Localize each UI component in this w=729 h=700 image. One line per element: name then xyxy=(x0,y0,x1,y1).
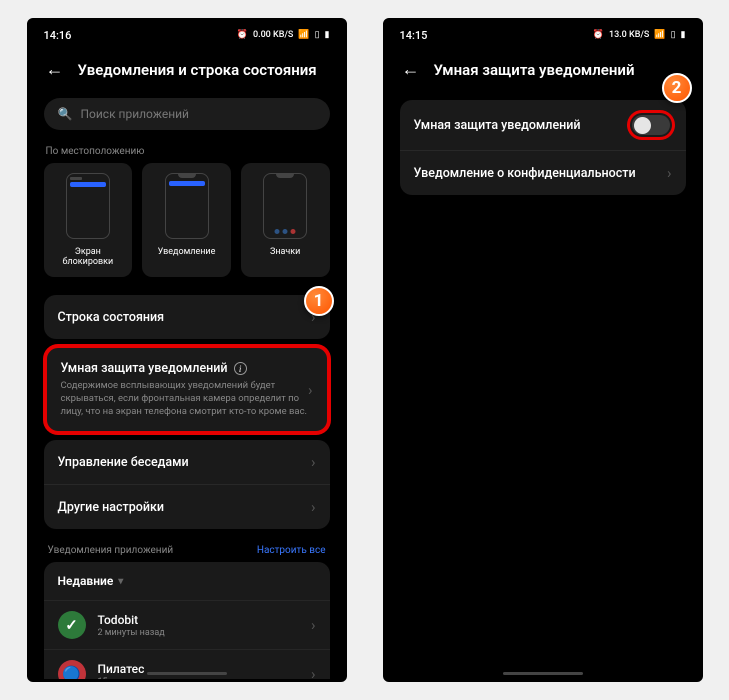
callout-badge-1: 1 xyxy=(304,286,334,316)
status-icons: ⏰ 13.0 KB/S 📶 ▯ ▮ xyxy=(593,30,686,40)
back-icon[interactable]: ← xyxy=(46,59,64,80)
tile-lockscreen[interactable]: Экран блокировки xyxy=(44,163,133,277)
app-time: 15 минут назад xyxy=(98,677,299,682)
row-description: Содержимое всплывающих уведомлений будет… xyxy=(61,380,308,418)
app-time: 2 минуты назад xyxy=(98,628,299,638)
section-label-location: По местоположению xyxy=(30,144,344,163)
search-input[interactable]: 🔍 Поиск приложений xyxy=(44,98,330,130)
settings-group-2: Управление беседами › Другие настройки › xyxy=(44,440,330,529)
section-label: Уведомления приложений xyxy=(48,545,174,556)
row-title: Строка состояния xyxy=(58,310,311,325)
search-icon: 🔍 xyxy=(58,107,73,121)
status-bar: 14:15 ⏰ 13.0 KB/S 📶 ▯ ▮ xyxy=(386,21,700,49)
screenshot-left: 1 14:16 ⏰ 0.00 KB/S 📶 ▯ ▮ ← Уведомления … xyxy=(27,18,347,682)
chevron-right-icon: › xyxy=(311,453,316,471)
home-indicator[interactable] xyxy=(147,672,227,675)
chevron-right-icon: › xyxy=(311,616,316,634)
page-title: Уведомления и строка состояния xyxy=(78,61,317,79)
alarm-icon: ⏰ xyxy=(593,30,604,40)
home-indicator[interactable] xyxy=(503,672,583,675)
recent-label: Недавние xyxy=(58,574,114,588)
network-speed: 0.00 KB/S xyxy=(253,30,293,40)
screenshot-right: 2 14:15 ⏰ 13.0 KB/S 📶 ▯ ▮ ← Умная защита… xyxy=(383,18,703,682)
row-conversations[interactable]: Управление беседами › xyxy=(44,440,330,484)
battery-icon: ▮ xyxy=(325,30,330,40)
location-tiles: Экран блокировки Уведомление Значки xyxy=(30,163,344,289)
row-smart-toggle[interactable]: Умная защита уведомлений xyxy=(400,100,686,150)
tile-label: Значки xyxy=(270,247,300,257)
settings-group-1: Строка состояния › xyxy=(44,295,330,339)
tile-label: Уведомление xyxy=(158,247,216,257)
chevron-right-icon: › xyxy=(667,164,672,182)
page-header: ← Уведомления и строка состояния xyxy=(30,49,344,94)
row-title: Умная защита уведомлений xyxy=(414,118,630,133)
tile-preview xyxy=(165,173,209,239)
wifi-icon: ▯ xyxy=(671,30,676,40)
row-title: Другие настройки xyxy=(58,500,311,515)
tile-preview xyxy=(66,173,110,239)
tile-notification[interactable]: Уведомление xyxy=(142,163,231,277)
chevron-right-icon: › xyxy=(311,665,316,682)
callout-badge-2: 2 xyxy=(662,73,692,103)
info-icon[interactable]: i xyxy=(234,362,247,375)
search-placeholder: Поиск приложений xyxy=(80,107,189,121)
tile-icons[interactable]: Значки xyxy=(241,163,330,277)
app-icon: ✓ xyxy=(58,611,86,639)
page-title: Умная защита уведомлений xyxy=(434,61,635,79)
alarm-icon: ⏰ xyxy=(237,30,248,40)
row-other-settings[interactable]: Другие настройки › xyxy=(44,484,330,529)
chevron-right-icon: › xyxy=(311,498,316,516)
app-icon: 🔵 xyxy=(58,660,86,682)
row-statusbar[interactable]: Строка состояния › xyxy=(44,295,330,339)
toggle-switch[interactable] xyxy=(632,115,670,135)
battery-icon: ▮ xyxy=(681,30,686,40)
row-title: Умная защита уведомлений i xyxy=(61,361,308,376)
status-icons: ⏰ 0.00 KB/S 📶 ▯ ▮ xyxy=(237,30,330,40)
settings-group: Умная защита уведомлений Уведомление о к… xyxy=(400,100,686,195)
chevron-right-icon: › xyxy=(308,381,313,399)
configure-all-link[interactable]: Настроить все xyxy=(257,545,326,556)
chevron-down-icon: ▾ xyxy=(118,576,123,587)
tile-label: Экран блокировки xyxy=(50,247,127,267)
app-name: Todobit xyxy=(98,613,299,627)
status-bar: 14:16 ⏰ 0.00 KB/S 📶 ▯ ▮ xyxy=(30,21,344,49)
back-icon[interactable]: ← xyxy=(402,59,420,80)
wifi-icon: ▯ xyxy=(315,30,320,40)
clock: 14:15 xyxy=(400,29,428,42)
clock: 14:16 xyxy=(44,29,72,42)
row-title: Управление беседами xyxy=(58,455,311,470)
network-speed: 13.0 KB/S xyxy=(609,30,649,40)
page-header: ← Умная защита уведомлений xyxy=(386,49,700,94)
row-privacy-notice[interactable]: Уведомление о конфиденциальности › xyxy=(400,150,686,195)
app-row[interactable]: 🔵Пилатес15 минут назад› xyxy=(44,649,330,682)
signal-icon: 📶 xyxy=(298,30,309,40)
toggle-highlight xyxy=(630,113,672,137)
row-smart-protection[interactable]: Умная защита уведомлений i Содержимое вс… xyxy=(44,345,330,434)
recent-header[interactable]: Недавние ▾ xyxy=(44,562,330,600)
row-title: Уведомление о конфиденциальности xyxy=(414,166,667,181)
signal-icon: 📶 xyxy=(654,30,665,40)
app-row[interactable]: ✓ Todobit2 минуты назад › xyxy=(44,600,330,649)
app-notifications-header: Уведомления приложений Настроить все xyxy=(30,535,344,562)
toggle-knob xyxy=(634,117,651,134)
tile-preview xyxy=(263,173,307,239)
